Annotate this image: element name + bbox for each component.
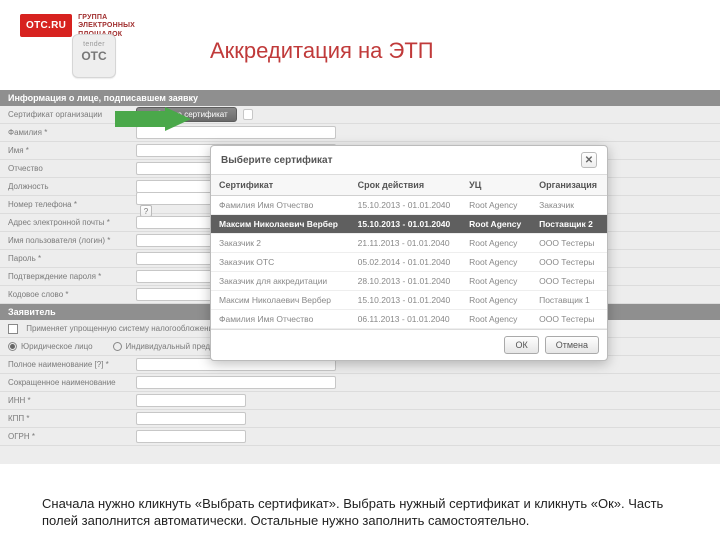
label-simplified-tax: Применяет упрощенную систему налогооблож… xyxy=(26,324,217,333)
modal-title: Выберите сертификат xyxy=(221,155,333,166)
table-row[interactable]: Фамилия Имя Отчество15.10.2013 - 01.01.2… xyxy=(211,196,607,215)
ok-button[interactable]: ОК xyxy=(504,336,538,354)
row-inn: ИНН * xyxy=(0,392,720,410)
form-label: Подтверждение пароля * xyxy=(0,272,130,281)
form-label: Пароль * xyxy=(0,254,130,263)
radio-dot-icon xyxy=(8,342,17,351)
row-kpp: КПП * xyxy=(0,410,720,428)
tender-tab-big: ОТС xyxy=(73,49,115,63)
section-signer-info: Информация о лице, подписавшем заявку xyxy=(0,90,720,106)
form-label: Номер телефона * xyxy=(0,200,130,209)
app-screenshot: Информация о лице, подписавшем заявку Се… xyxy=(0,90,720,464)
table-cell: Максим Николаевич Вербер xyxy=(211,291,350,310)
table-cell: Заказчик для аккредитации xyxy=(211,272,350,291)
table-row[interactable]: Максим Николаевич Вербер15.10.2013 - 01.… xyxy=(211,291,607,310)
form-label: Должность xyxy=(0,182,130,191)
input-ogrn[interactable] xyxy=(136,430,246,443)
row-shortname: Сокращенное наименование xyxy=(0,374,720,392)
form-label: Кодовое слово * xyxy=(0,290,130,299)
form-label: Фамилия * xyxy=(0,128,130,137)
table-cell: 15.10.2013 - 01.01.2040 xyxy=(350,196,462,215)
col-certificate: Сертификат xyxy=(211,175,350,196)
table-cell: Поставщик 1 xyxy=(531,291,607,310)
tender-tab-small: tender xyxy=(73,41,115,48)
table-cell: 28.10.2013 - 01.01.2040 xyxy=(350,272,462,291)
label-kpp: КПП * xyxy=(0,414,130,423)
table-cell: Root Agency xyxy=(461,234,531,253)
instruction-text: Сначала нужно кликнуть «Выбрать сертифик… xyxy=(42,495,678,530)
col-validity: Срок действия xyxy=(350,175,462,196)
label-inn: ИНН * xyxy=(0,396,130,405)
radio-dot-icon xyxy=(113,342,122,351)
input-kpp[interactable] xyxy=(136,412,246,425)
table-row[interactable]: Фамилия Имя Отчество06.11.2013 - 01.01.2… xyxy=(211,310,607,329)
label-certificate: Сертификат организации xyxy=(0,110,130,119)
arrow-icon xyxy=(115,107,191,131)
table-cell: 05.02.2014 - 01.01.2040 xyxy=(350,253,462,272)
certificate-modal: Выберите сертификат ✕ Сертификат Срок де… xyxy=(210,145,608,361)
label-ogrn: ОГРН * xyxy=(0,432,130,441)
table-cell: Root Agency xyxy=(461,196,531,215)
table-cell: ООО Тестеры xyxy=(531,272,607,291)
table-cell: Заказчик ОТС xyxy=(211,253,350,272)
logo-badge: OTC.RU xyxy=(20,14,72,37)
table-cell: 06.11.2013 - 01.01.2040 xyxy=(350,310,462,329)
col-org: Организация xyxy=(531,175,607,196)
cancel-button[interactable]: Отмена xyxy=(545,336,599,354)
table-row[interactable]: Максим Николаевич Вербер15.10.2013 - 01.… xyxy=(211,215,607,234)
label-fullname: Полное наименование [?] * xyxy=(0,360,130,369)
table-row[interactable]: Заказчик 221.11.2013 - 01.01.2040Root Ag… xyxy=(211,234,607,253)
table-cell: Фамилия Имя Отчество xyxy=(211,196,350,215)
table-cell: Заказчик xyxy=(531,196,607,215)
table-cell: Фамилия Имя Отчество xyxy=(211,310,350,329)
table-cell: Root Agency xyxy=(461,253,531,272)
radio-label: Юридическое лицо xyxy=(21,342,93,351)
table-cell: Root Agency xyxy=(461,291,531,310)
table-row[interactable]: Заказчик ОТС05.02.2014 - 01.01.2040Root … xyxy=(211,253,607,272)
row-ogrn: ОГРН * xyxy=(0,428,720,446)
table-cell: Поставщик 2 xyxy=(531,215,607,234)
input-inn[interactable] xyxy=(136,394,246,407)
table-cell: 15.10.2013 - 01.01.2040 xyxy=(350,291,462,310)
table-cell: Максим Николаевич Вербер xyxy=(211,215,350,234)
form-row: Фамилия * xyxy=(0,124,720,142)
form-label: Имя пользователя (логин) * xyxy=(0,236,130,245)
modal-close-button[interactable]: ✕ xyxy=(581,152,597,168)
table-cell: Root Agency xyxy=(461,272,531,291)
checkbox-simplified-tax[interactable] xyxy=(8,324,18,334)
certificate-table: Сертификат Срок действия УЦ Организация … xyxy=(211,175,607,329)
table-cell: 15.10.2013 - 01.01.2040 xyxy=(350,215,462,234)
cert-display xyxy=(243,109,253,120)
col-ca: УЦ xyxy=(461,175,531,196)
input-shortname[interactable] xyxy=(136,376,336,389)
table-cell: Заказчик 2 xyxy=(211,234,350,253)
close-icon: ✕ xyxy=(585,155,593,166)
label-shortname: Сокращенное наименование xyxy=(0,378,130,387)
form-label: Имя * xyxy=(0,146,130,155)
table-cell: 21.11.2013 - 01.01.2040 xyxy=(350,234,462,253)
logo-tagline-l1: ГРУППА xyxy=(78,14,135,22)
page-title: Аккредитация на ЭТП xyxy=(210,38,434,64)
table-cell: ООО Тестеры xyxy=(531,310,607,329)
table-cell: Root Agency xyxy=(461,310,531,329)
form-label: Отчество xyxy=(0,164,130,173)
row-certificate: Сертификат организации Выберите сертифик… xyxy=(0,106,720,124)
slide-header: OTC.RU ГРУППА ЭЛЕКТРОННЫХ ПЛОЩАДОК tende… xyxy=(0,0,720,88)
form-label: Адрес электронной почты * xyxy=(0,218,130,227)
table-cell: Root Agency xyxy=(461,215,531,234)
table-row[interactable]: Заказчик для аккредитации28.10.2013 - 01… xyxy=(211,272,607,291)
table-cell: ООО Тестеры xyxy=(531,234,607,253)
logo-tagline-l2: ЭЛЕКТРОННЫХ xyxy=(78,22,135,30)
tender-tab: tender ОТС xyxy=(72,34,116,78)
table-cell: ООО Тестеры xyxy=(531,253,607,272)
radio-legal-entity[interactable]: Юридическое лицо xyxy=(8,342,93,351)
